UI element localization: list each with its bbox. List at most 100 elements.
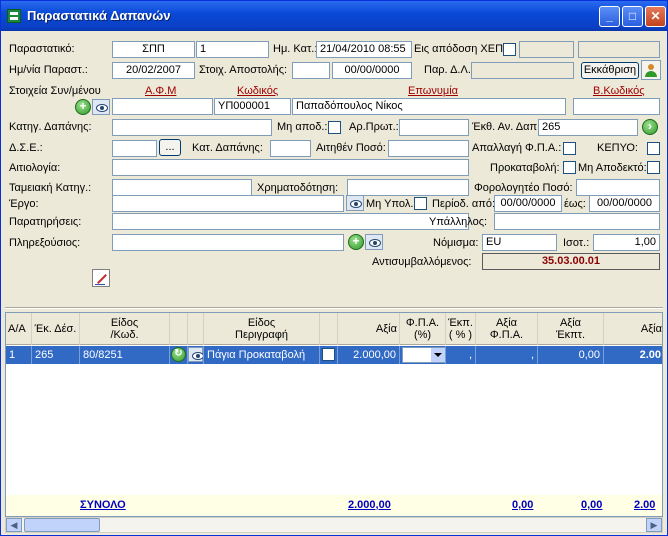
mi-apod-checkbox[interactable] [328, 121, 341, 134]
items-grid[interactable]: Α/Α Έκ. Δέσ. Είδος /Κωδ. Είδος Περιγραφή… [5, 312, 663, 517]
aitithen-poso-field[interactable] [388, 140, 469, 157]
col-aa[interactable]: Α/Α [6, 313, 32, 345]
kodikos-header[interactable]: Κωδικός [237, 84, 278, 98]
totals-row: ΣΥΝΟΛΟ 2.000,00 0,00 0,00 2.00 [6, 495, 662, 516]
eos-field[interactable]: 00/00/0000 [589, 195, 660, 212]
kat-dapanis-field[interactable] [270, 140, 311, 157]
col-axia[interactable]: Αξία [338, 313, 400, 345]
parastatiko-number-field[interactable]: 1 [196, 41, 269, 58]
plirexousios-view-icon[interactable] [365, 234, 383, 250]
hm-kat-field[interactable]: 21/04/2010 08:55 [316, 41, 412, 58]
cell-action2 [188, 346, 204, 364]
refresh-icon[interactable]: ↻ [171, 347, 186, 362]
row-view-icon[interactable] [188, 347, 203, 362]
horizontal-scrollbar[interactable]: ◀ ▶ [5, 517, 663, 533]
stoixeia-label: Στοιχεία Συν/μένου [9, 85, 101, 97]
periodos-apo-field[interactable]: 00/00/0000 [494, 195, 562, 212]
col-ekpt-pct[interactable]: Έκπ. ( % ) [446, 313, 476, 345]
maximize-button[interactable]: □ [622, 6, 643, 27]
forologiteo-field[interactable] [576, 179, 660, 196]
scroll-left-icon[interactable]: ◀ [6, 518, 22, 532]
nomisma-field[interactable]: EU [482, 234, 557, 251]
cell-axia[interactable]: 2.000,00 [338, 346, 400, 364]
eis-apodosi-checkbox[interactable] [503, 43, 516, 56]
fpa-combo[interactable] [402, 347, 445, 363]
cell-ek-des[interactable]: 265 [32, 346, 80, 364]
tameiaki-katig-field[interactable] [112, 179, 252, 196]
dse-field[interactable] [112, 140, 157, 157]
cell-perigrafi[interactable]: Πάγια Προκαταβολή [204, 346, 320, 364]
par-dl-label: Παρ. Δ.Λ.: [424, 64, 474, 76]
totals-axia: 2.000,00 [348, 499, 391, 511]
row-checkbox[interactable] [322, 348, 335, 361]
hm-kat-label: Ημ. Κατ.: [273, 43, 318, 55]
col-axia2[interactable]: Αξία [604, 313, 662, 345]
eis-apodosi-field [519, 41, 574, 58]
table-row[interactable]: 1 265 80/8251 ↻ Πάγια Προκαταβολή 2.000,… [6, 346, 662, 364]
col-axia-fpa[interactable]: Αξία Φ.Π.Α. [476, 313, 538, 345]
ar-prot-field[interactable] [399, 119, 469, 136]
hm-parast-field[interactable]: 20/02/2007 [112, 62, 195, 79]
col-perigrafi[interactable]: Είδος Περιγραφή [204, 313, 320, 345]
afm-header[interactable]: Α.Φ.Μ [145, 84, 176, 98]
ekth-an-dap-field[interactable]: 265 [538, 119, 638, 136]
plirexousios-add-icon[interactable]: + [348, 234, 364, 250]
chevron-down-icon[interactable] [431, 348, 445, 362]
bkodikos-field[interactable] [573, 98, 660, 115]
katig-dapanis-label: Κατηγ. Δαπάνης: [9, 121, 92, 133]
bkodikos-header[interactable]: Β.Κωδικός [593, 84, 645, 98]
col-axia-ekpt[interactable]: Αξία Έκπτ. [538, 313, 604, 345]
ar-prot-label: Αρ.Πρωτ.: [349, 121, 399, 133]
mi-apodekto-checkbox[interactable] [647, 161, 660, 174]
window-title: Παραστατικά Δαπανών [27, 8, 171, 23]
aitiologia-label: Αιτιολογία: [9, 162, 61, 174]
apallagi-fpa-checkbox[interactable] [563, 142, 576, 155]
edit-icon[interactable] [92, 269, 110, 287]
stoix-apost-field[interactable] [292, 62, 330, 79]
afm-field[interactable] [112, 98, 213, 115]
plirexousios-field[interactable] [112, 234, 344, 251]
paratiriseis-field[interactable] [112, 213, 469, 230]
isot-field[interactable]: 1,00 [593, 234, 660, 251]
eponymia-field[interactable]: Παπαδόπουλος Νίκος [292, 98, 566, 115]
add-person-icon[interactable] [641, 60, 661, 80]
cell-eidos-kod[interactable]: 80/8251 [80, 346, 170, 364]
prokatavoli-checkbox[interactable] [563, 161, 576, 174]
totals-axia2: 2.00 [634, 499, 656, 511]
mi-ypol-checkbox[interactable] [414, 197, 427, 210]
dse-lookup-button[interactable]: ... [159, 139, 181, 156]
cell-aa[interactable]: 1 [6, 346, 32, 364]
cell-ekpt-pct[interactable]: , [446, 346, 476, 364]
go-icon[interactable]: › [642, 119, 658, 135]
cell-check [320, 346, 338, 364]
eponymia-header[interactable]: Επωνυμία [408, 84, 458, 98]
xrimatodotisi-label: Χρηματοδότηση: [257, 182, 339, 194]
minimize-button[interactable]: _ [599, 6, 620, 27]
title-bar[interactable]: Παραστατικά Δαπανών _ □ ✕ [1, 1, 667, 31]
ergo-field[interactable] [112, 195, 344, 212]
col-eidos-kod[interactable]: Είδος /Κωδ. [80, 313, 170, 345]
cell-axia-ekpt[interactable]: 0,00 [538, 346, 604, 364]
ergo-view-icon[interactable] [346, 195, 364, 211]
xrimatodotisi-field[interactable] [347, 179, 469, 196]
close-button[interactable]: ✕ [645, 6, 666, 27]
nomisma-label: Νόμισμα: [433, 237, 479, 249]
view-icon[interactable] [92, 99, 110, 115]
scroll-thumb[interactable] [24, 518, 100, 532]
ekkathrisi-button[interactable]: Εκκάθριση [581, 62, 639, 79]
parastatiko-code-field[interactable]: ΣΠΠ [112, 41, 195, 58]
kepyo-checkbox[interactable] [647, 142, 660, 155]
stoix-apost-date-field[interactable]: 00/00/0000 [332, 62, 412, 79]
scroll-right-icon[interactable]: ▶ [646, 518, 662, 532]
ypallilos-field[interactable] [494, 213, 660, 230]
kepyo-label: ΚΕΠΥΟ: [597, 142, 638, 154]
par-dl-field [471, 62, 574, 79]
col-ek-des[interactable]: Έκ. Δέσ. [32, 313, 80, 345]
col-fpa-pct[interactable]: Φ.Π.Α. (%) [400, 313, 446, 345]
katig-dapanis-field[interactable] [112, 119, 272, 136]
cell-axia2[interactable]: 2.00 [604, 346, 662, 364]
aitiologia-field[interactable] [112, 159, 469, 176]
cell-axia-fpa[interactable]: , [476, 346, 538, 364]
kodikos-field[interactable]: ΥΠ000001 [214, 98, 291, 115]
add-icon[interactable]: + [75, 99, 91, 115]
